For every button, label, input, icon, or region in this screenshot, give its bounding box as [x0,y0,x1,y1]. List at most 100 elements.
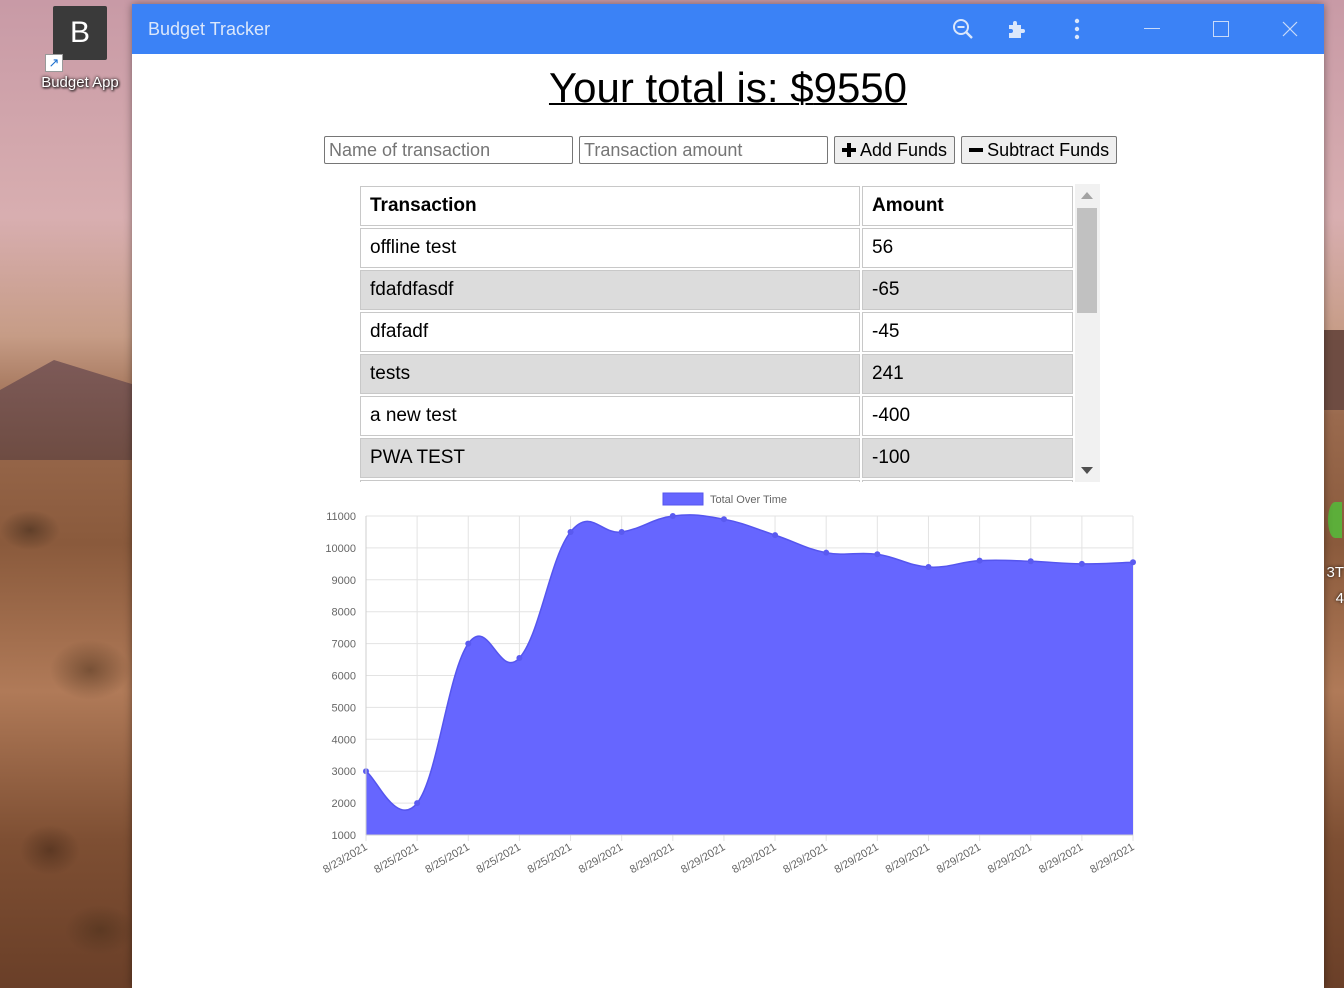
total-over-time-chart: 1000 2000 3000 4000 5000 6000 7000 8000 9000 1000… [321,492,1137,876]
data-point [772,532,779,539]
maximize-icon[interactable] [1205,4,1237,54]
subtract-funds-label: Subtract Funds [987,139,1110,160]
x-tick-label: 8/29/2021 [730,841,778,876]
transaction-amount: 241 [862,354,1073,394]
table-row: offline test 56 [360,228,1073,268]
total-heading: Your total is: $9550 [132,64,1324,112]
subtract-funds-button[interactable]: Subtract Funds [961,136,1118,164]
transaction-amount: -45 [862,312,1073,352]
title-bar[interactable]: Budget Tracker [132,4,1324,54]
table-row: fdafdfasdf -65 [360,270,1073,310]
y-tick-label: 1000 [332,830,356,842]
area-series-total-over-time [366,514,1133,835]
data-point [1078,560,1085,567]
data-point [720,516,727,523]
transaction-table-container[interactable]: Transaction Amount offline test 56 fdafdf… [358,184,1100,482]
transaction-table: Transaction Amount offline test 56 fdafdf… [358,184,1075,482]
scroll-up-arrow-icon[interactable] [1081,192,1093,199]
x-tick-label: 8/29/2021 [781,841,829,876]
x-tick-label: 8/25/2021 [423,841,471,876]
transaction-amount-input[interactable] [579,136,828,164]
data-point [823,549,830,556]
icon-letter: B [69,16,90,49]
y-tick-label: 2000 [332,798,356,810]
transaction-name: PWA TEST [360,438,860,478]
minimize-icon[interactable] [1136,4,1168,54]
y-tick-label: 9000 [332,575,356,587]
desktop-icon-budget-app[interactable]: B ↗ Budget App [30,6,130,91]
desktop-edge-label-2: 4 [1335,590,1344,607]
y-tick-label: 5000 [332,702,356,714]
x-tick-label: 8/29/2021 [884,841,932,876]
plus-icon [842,143,856,157]
scrollbar-thumb[interactable] [1077,208,1097,313]
more-menu-icon[interactable] [1064,4,1090,54]
table-row: PWA TEST -100 [360,438,1073,478]
add-funds-label: Add Funds [860,139,948,160]
y-tick-label: 4000 [332,734,356,746]
transaction-name [360,480,860,482]
x-tick-label: 8/29/2021 [577,841,625,876]
minus-icon [969,148,984,152]
transaction-amount [862,480,1073,482]
desktop-brush [0,470,135,988]
data-point [1027,558,1034,565]
x-tick-label: 8/29/2021 [986,841,1034,876]
data-point [1130,559,1136,566]
table-header-row: Transaction Amount [360,186,1073,226]
x-tick-label: 8/29/2021 [832,841,880,876]
table-row: a new test -400 [360,396,1073,436]
add-funds-button[interactable]: Add Funds [834,136,956,164]
desktop-hill [0,360,135,460]
data-point [925,564,932,571]
x-tick-label: 8/23/2021 [321,841,369,876]
transaction-name: fdafdfasdf [360,270,860,310]
x-tick-label: 8/29/2021 [679,841,727,876]
data-point [465,640,472,647]
transaction-name: a new test [360,396,860,436]
total-value: 9550 [813,64,908,111]
extensions-icon[interactable] [1004,4,1030,54]
shortcut-arrow-icon: ↗ [45,54,63,72]
data-point [976,557,983,564]
desktop-hill-right [1322,330,1344,410]
x-tick-label: 8/29/2021 [1088,841,1136,876]
table-scrollbar[interactable] [1075,184,1100,482]
data-point [567,528,574,535]
column-header-amount: Amount [862,186,1073,226]
legend-swatch [662,492,704,506]
y-tick-label: 3000 [332,766,356,778]
transaction-amount: -400 [862,396,1073,436]
transaction-name: dfafadf [360,312,860,352]
desktop-icon-label: Budget App [41,74,119,91]
transaction-amount: 56 [862,228,1073,268]
table-row [360,480,1073,482]
table-row: tests 241 [360,354,1073,394]
transaction-form: Add Funds Subtract Funds [324,136,1118,164]
data-point [874,551,881,558]
x-tick-label: 8/29/2021 [935,841,983,876]
y-tick-label: 10000 [325,543,356,555]
zoom-icon[interactable] [950,4,976,54]
x-tick-label: 8/29/2021 [628,841,676,876]
table-row: dfafadf -45 [360,312,1073,352]
data-point [516,654,523,661]
x-tick-label: 8/25/2021 [526,841,574,876]
column-header-transaction: Transaction [360,186,860,226]
data-point [669,513,676,519]
window-title: Budget Tracker [148,18,271,39]
y-tick-label: 8000 [332,607,356,619]
total-label: Your total is: $ [548,64,814,111]
scroll-down-arrow-icon[interactable] [1081,467,1093,474]
desktop-icon-partial [1328,502,1342,538]
close-icon[interactable] [1274,4,1306,54]
y-tick-label: 7000 [332,639,356,651]
y-tick-label: 6000 [332,671,356,683]
transaction-name: offline test [360,228,860,268]
transaction-amount: -65 [862,270,1073,310]
data-point [414,800,421,807]
x-tick-label: 8/29/2021 [1037,841,1085,876]
x-tick-label: 8/25/2021 [475,841,523,876]
transaction-name-input[interactable] [324,136,573,164]
transaction-name: tests [360,354,860,394]
